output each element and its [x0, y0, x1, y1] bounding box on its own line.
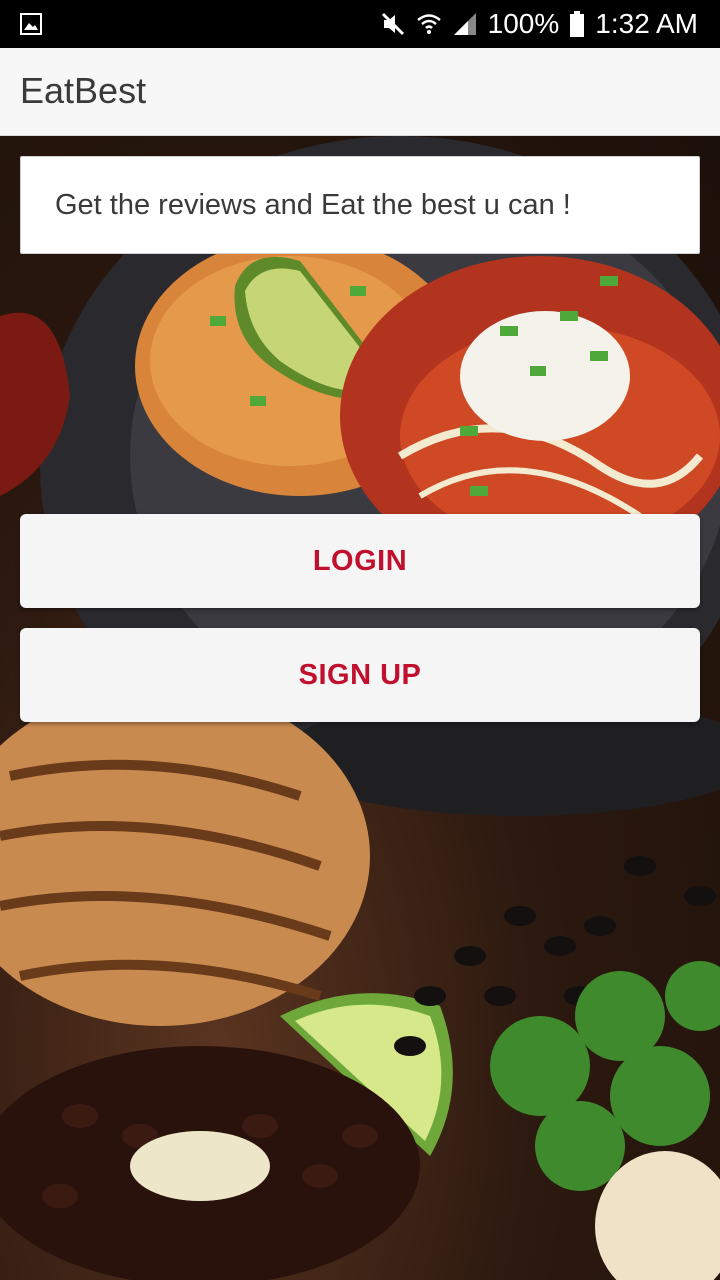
tagline-card: Get the reviews and Eat the best u can !	[20, 156, 700, 254]
app-bar: EatBest	[0, 48, 720, 136]
battery-icon	[569, 11, 585, 37]
mute-icon	[380, 11, 406, 37]
app-title: EatBest	[20, 70, 147, 111]
clock: 1:32 AM	[595, 8, 698, 39]
wifi-icon	[416, 11, 442, 37]
tagline-text: Get the reviews and Eat the best u can !	[55, 189, 571, 221]
signup-button[interactable]: SIGN UP	[20, 628, 700, 722]
status-bar: 100% 1:32 AM	[0, 0, 720, 48]
signal-icon	[452, 11, 478, 37]
login-button[interactable]: LOGIN	[20, 514, 700, 608]
status-indicators: 100% 1:32 AM	[380, 0, 698, 48]
image-notification-icon	[20, 13, 42, 35]
battery-percent: 100%	[487, 8, 560, 39]
